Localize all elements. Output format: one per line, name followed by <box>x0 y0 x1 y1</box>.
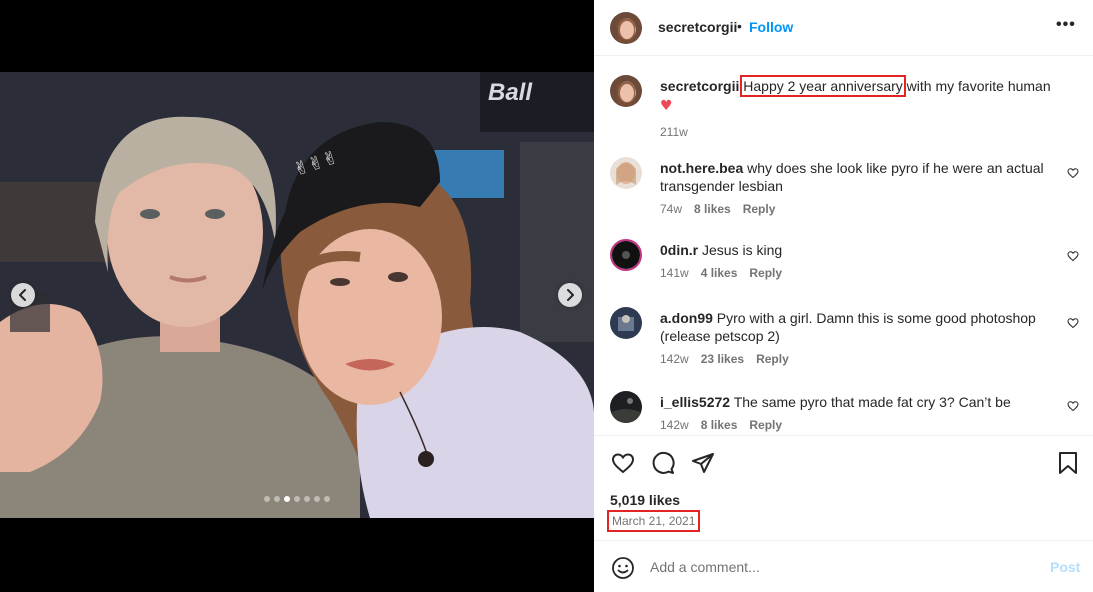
comment-text: a.don99 Pyro with a girl. Damn this is s… <box>660 309 1050 345</box>
carousel-prev-button[interactable] <box>11 283 35 307</box>
caption-avatar[interactable] <box>610 75 642 107</box>
caption-text: secretcorgii Happy 2 year anniversary wi… <box>660 75 1060 116</box>
avatar-image <box>610 157 642 189</box>
comment-row: a.don99 Pyro with a girl. Damn this is s… <box>610 307 1080 369</box>
comment-meta: 142w 23 likes Reply <box>660 352 789 366</box>
comments-list[interactable]: secretcorgii Happy 2 year anniversary wi… <box>594 57 1093 435</box>
comment-like-icon[interactable] <box>1067 250 1079 262</box>
comment-meta: 74w 8 likes Reply <box>660 202 775 216</box>
caption-highlighted-text: Happy 2 year anniversary <box>740 75 906 97</box>
comment-username[interactable]: not.here.bea <box>660 160 743 176</box>
reply-button[interactable]: Reply <box>743 202 776 216</box>
reply-button[interactable]: Reply <box>756 352 789 366</box>
post-actions: 5,019 likes March 21, 2021 <box>594 435 1093 539</box>
comment-input[interactable] <box>650 555 1030 579</box>
avatar-image <box>610 391 642 423</box>
reply-button[interactable]: Reply <box>749 266 782 280</box>
comment-likes[interactable]: 8 likes <box>694 202 731 216</box>
author-avatar[interactable] <box>610 12 642 44</box>
comment-row: i_ellis5272 The same pyro that made fat … <box>610 391 1080 435</box>
post-media: Ball ✌︎✌︎✌︎ <box>0 0 594 592</box>
commenter-avatar[interactable] <box>610 239 642 271</box>
heart-emoji: ♥ <box>660 98 673 114</box>
comment-content: Pyro with a girl. Damn this is some good… <box>660 310 1036 344</box>
avatar-image <box>612 241 640 269</box>
carousel-dot <box>274 496 280 502</box>
header-separator: • <box>737 18 742 34</box>
comment-time[interactable]: 142w <box>660 418 689 432</box>
comment-time[interactable]: 142w <box>660 352 689 366</box>
commenter-avatar[interactable] <box>610 157 642 189</box>
share-icon[interactable] <box>691 451 715 475</box>
caption-time[interactable]: 211w <box>660 125 688 139</box>
caption-rest-text: with my favorite human <box>902 78 1051 94</box>
avatar-image <box>610 307 642 339</box>
post-details-panel: secretcorgii • Follow ••• secretcorgii H… <box>594 0 1093 592</box>
comment-icon[interactable] <box>651 451 675 475</box>
carousel-dot <box>304 496 310 502</box>
comment-username[interactable]: a.don99 <box>660 310 713 326</box>
follow-button[interactable]: Follow <box>749 19 793 35</box>
carousel-next-button[interactable] <box>558 283 582 307</box>
comment-like-icon[interactable] <box>1067 400 1079 412</box>
comment-username[interactable]: 0din.r <box>660 242 698 258</box>
comment-content: The same pyro that made fat cry 3? Can’t… <box>733 394 1011 410</box>
post-caption: secretcorgii Happy 2 year anniversary wi… <box>610 75 1080 145</box>
comment-text: i_ellis5272 The same pyro that made fat … <box>660 393 1050 411</box>
post-date[interactable]: March 21, 2021 <box>606 510 701 532</box>
comment-row: not.here.bea why does she look like pyro… <box>610 157 1080 217</box>
commenter-avatar[interactable] <box>610 307 642 339</box>
comment-text: 0din.r Jesus is king <box>660 241 1050 259</box>
comment-likes[interactable]: 23 likes <box>701 352 744 366</box>
photo-illustration: Ball ✌︎✌︎✌︎ <box>0 72 594 518</box>
post-header: secretcorgii • Follow ••• <box>594 0 1093 56</box>
carousel-dot <box>284 496 290 502</box>
avatar-image <box>610 12 642 44</box>
save-icon[interactable] <box>1056 451 1080 475</box>
carousel-dot <box>324 496 330 502</box>
carousel-dot <box>314 496 320 502</box>
comment-time[interactable]: 141w <box>660 266 689 280</box>
carousel-dot <box>294 496 300 502</box>
post-comment-button[interactable]: Post <box>1050 559 1080 575</box>
comment-likes[interactable]: 8 likes <box>701 418 738 432</box>
comment-likes[interactable]: 4 likes <box>701 266 738 280</box>
avatar-image <box>610 75 642 107</box>
emoji-icon[interactable] <box>611 556 635 580</box>
caption-username[interactable]: secretcorgii <box>660 78 739 94</box>
comment-username[interactable]: i_ellis5272 <box>660 394 730 410</box>
heart-icon[interactable] <box>611 451 635 475</box>
comment-content: Jesus is king <box>702 242 783 258</box>
comment-meta: 142w 8 likes Reply <box>660 418 782 432</box>
svg-text:Ball: Ball <box>488 79 533 106</box>
post-photo[interactable]: Ball ✌︎✌︎✌︎ <box>0 72 594 518</box>
comment-text: not.here.bea why does she look like pyro… <box>660 159 1050 195</box>
commenter-avatar[interactable] <box>610 391 642 423</box>
next-arrow-icon <box>567 289 574 301</box>
prev-arrow-icon <box>19 289 26 301</box>
comment-time[interactable]: 74w <box>660 202 682 216</box>
reply-button[interactable]: Reply <box>749 418 782 432</box>
carousel-dot <box>264 496 270 502</box>
comment-row: 0din.r Jesus is king 141w 4 likes Reply <box>610 239 1080 289</box>
author-username[interactable]: secretcorgii <box>658 19 737 35</box>
carousel-indicator <box>264 496 330 502</box>
add-comment-bar: Post <box>594 540 1093 592</box>
comment-like-icon[interactable] <box>1067 317 1079 329</box>
more-options-icon[interactable]: ••• <box>1056 16 1076 34</box>
comment-like-icon[interactable] <box>1067 167 1079 179</box>
comment-meta: 141w 4 likes Reply <box>660 266 782 280</box>
caption-meta: 211w <box>660 125 688 139</box>
likes-count[interactable]: 5,019 likes <box>610 492 680 508</box>
